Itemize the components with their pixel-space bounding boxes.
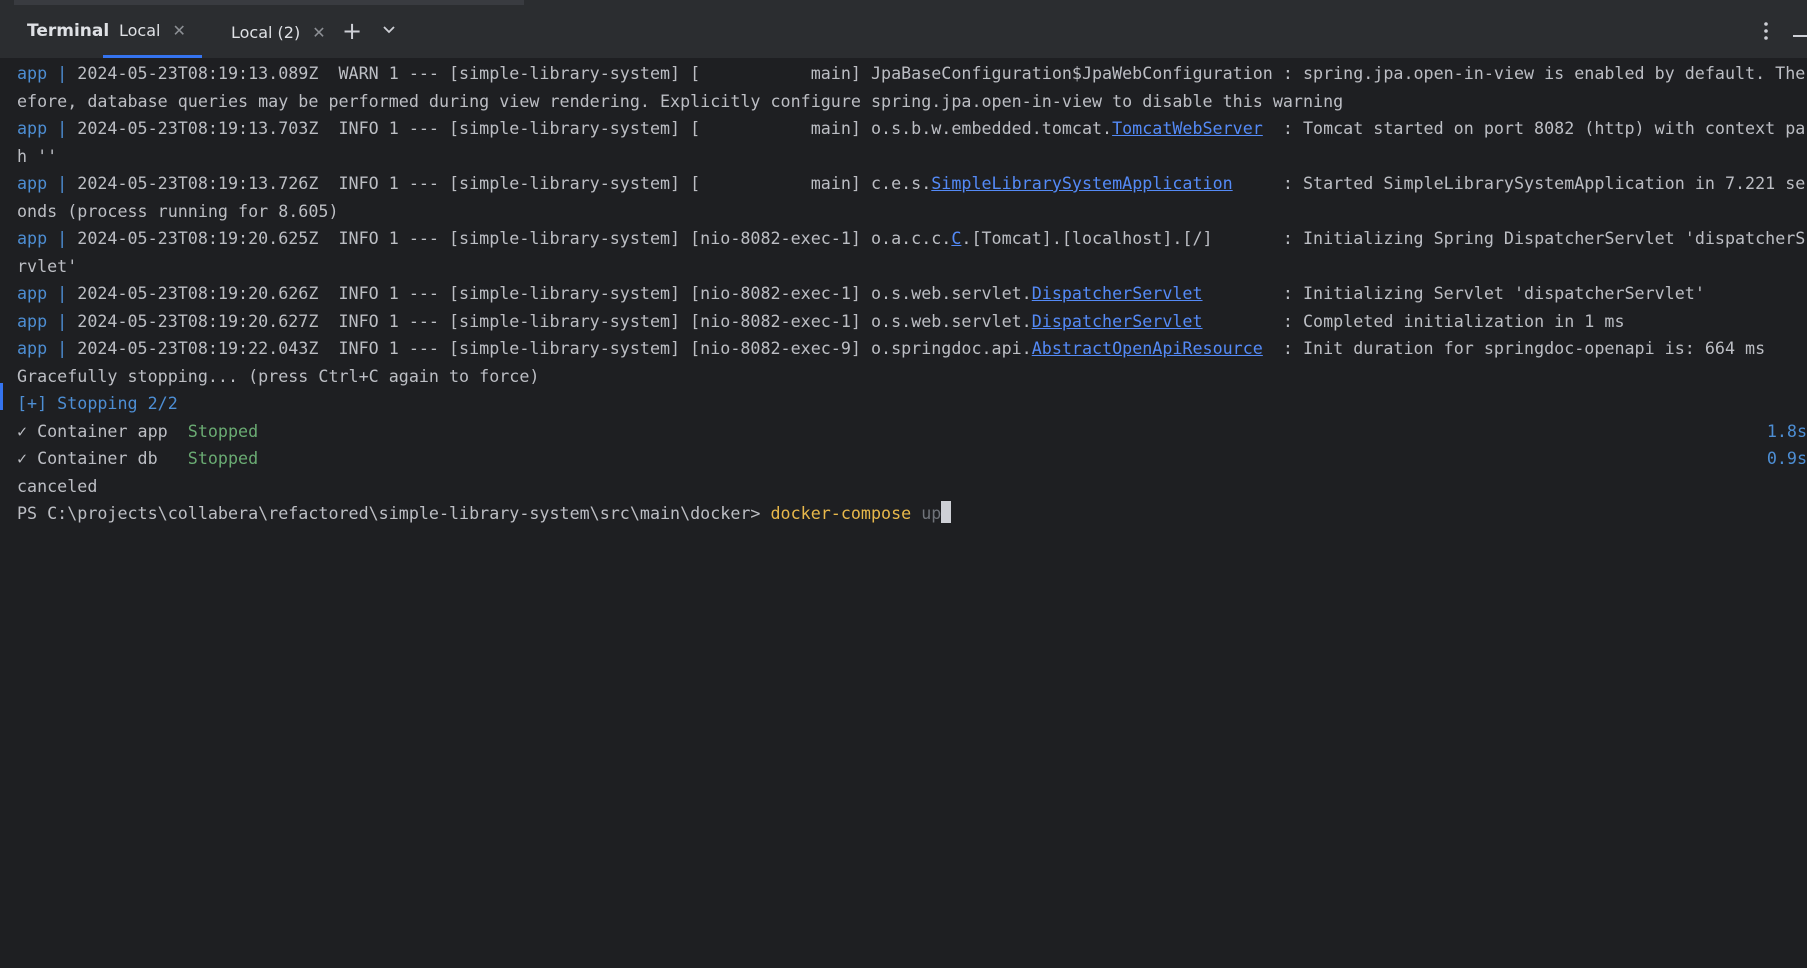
log-line: app | 2024-05-23T08:19:22.043Z INFO 1 --… (17, 338, 1766, 358)
duration-label: 0.9s (1766, 448, 1807, 468)
class-link[interactable]: AbstractOpenApiResource (1032, 338, 1263, 358)
container-status-row: ✓ Container app Stopped (17, 420, 259, 441)
text-cursor (941, 501, 952, 523)
check-icon: ✓ (17, 448, 28, 468)
stopping-line: [+] Stopping 2/2 (17, 393, 178, 413)
prompt-line[interactable]: PS C:\projects\collabera\refactored\simp… (17, 500, 952, 528)
status-label: Stopped (187, 420, 259, 441)
close-icon[interactable]: ✕ (312, 23, 325, 42)
container-status-row: ✓ Container db Stopped (17, 448, 259, 468)
log-line: app | 2024-05-23T08:19:20.626Z INFO 1 --… (17, 283, 1705, 303)
log-line-wrap: h '' (17, 145, 58, 166)
tab-label: Local (2) (231, 22, 301, 42)
log-line: app | 2024-05-23T08:19:20.625Z INFO 1 --… (17, 228, 1806, 248)
log-line-wrap: rvlet' (17, 255, 78, 276)
tab-local[interactable]: Local ✕ (103, 6, 202, 58)
command-arg: up (921, 503, 942, 523)
class-link[interactable]: DispatcherServlet (1032, 311, 1203, 331)
command-text: docker-compose (770, 503, 912, 523)
status-label: Stopped (187, 448, 259, 468)
minimize-icon[interactable] (1793, 35, 1807, 37)
tab-local-2[interactable]: Local (2) ✕ (231, 6, 326, 58)
new-tab-plus-icon[interactable]: + (342, 17, 362, 45)
tool-window-title: Terminal (27, 21, 110, 41)
log-line-wrap: efore, database queries may be performed… (17, 90, 1344, 111)
class-link[interactable]: C (951, 228, 961, 248)
duration-label: 1.8s (1766, 420, 1807, 441)
log-line: app | 2024-05-23T08:19:20.627Z INFO 1 --… (17, 310, 1625, 331)
log-line-wrap: onds (process running for 8.605) (17, 200, 339, 221)
class-link[interactable]: TomcatWebServer (1112, 118, 1263, 138)
graceful-stop-line: Gracefully stopping... (press Ctrl+C aga… (17, 365, 540, 386)
more-options-icon[interactable] (1762, 20, 1770, 42)
gutter-marker (0, 383, 3, 410)
tab-label: Local (119, 21, 161, 40)
close-icon[interactable]: ✕ (172, 21, 185, 40)
class-link[interactable]: DispatcherServlet (1032, 283, 1203, 303)
prompt-path: PS C:\projects\collabera\refactored\simp… (17, 503, 761, 523)
editor-tab-stub (14, 0, 524, 5)
log-line: app | 2024-05-23T08:19:13.089Z WARN 1 --… (17, 63, 1806, 83)
log-line: app | 2024-05-23T08:19:13.726Z INFO 1 --… (17, 173, 1806, 193)
terminal-tab-bar: Terminal Local ✕ Local (2) ✕ + (0, 6, 1807, 59)
check-icon: ✓ (17, 420, 28, 441)
class-link[interactable]: SimpleLibrarySystemApplication (931, 173, 1232, 193)
canceled-line: canceled (17, 475, 98, 496)
log-line: app | 2024-05-23T08:19:13.703Z INFO 1 --… (17, 118, 1806, 138)
terminal-output[interactable]: app | 2024-05-23T08:19:13.089Z WARN 1 --… (0, 60, 1807, 526)
chevron-down-icon[interactable] (380, 20, 398, 38)
